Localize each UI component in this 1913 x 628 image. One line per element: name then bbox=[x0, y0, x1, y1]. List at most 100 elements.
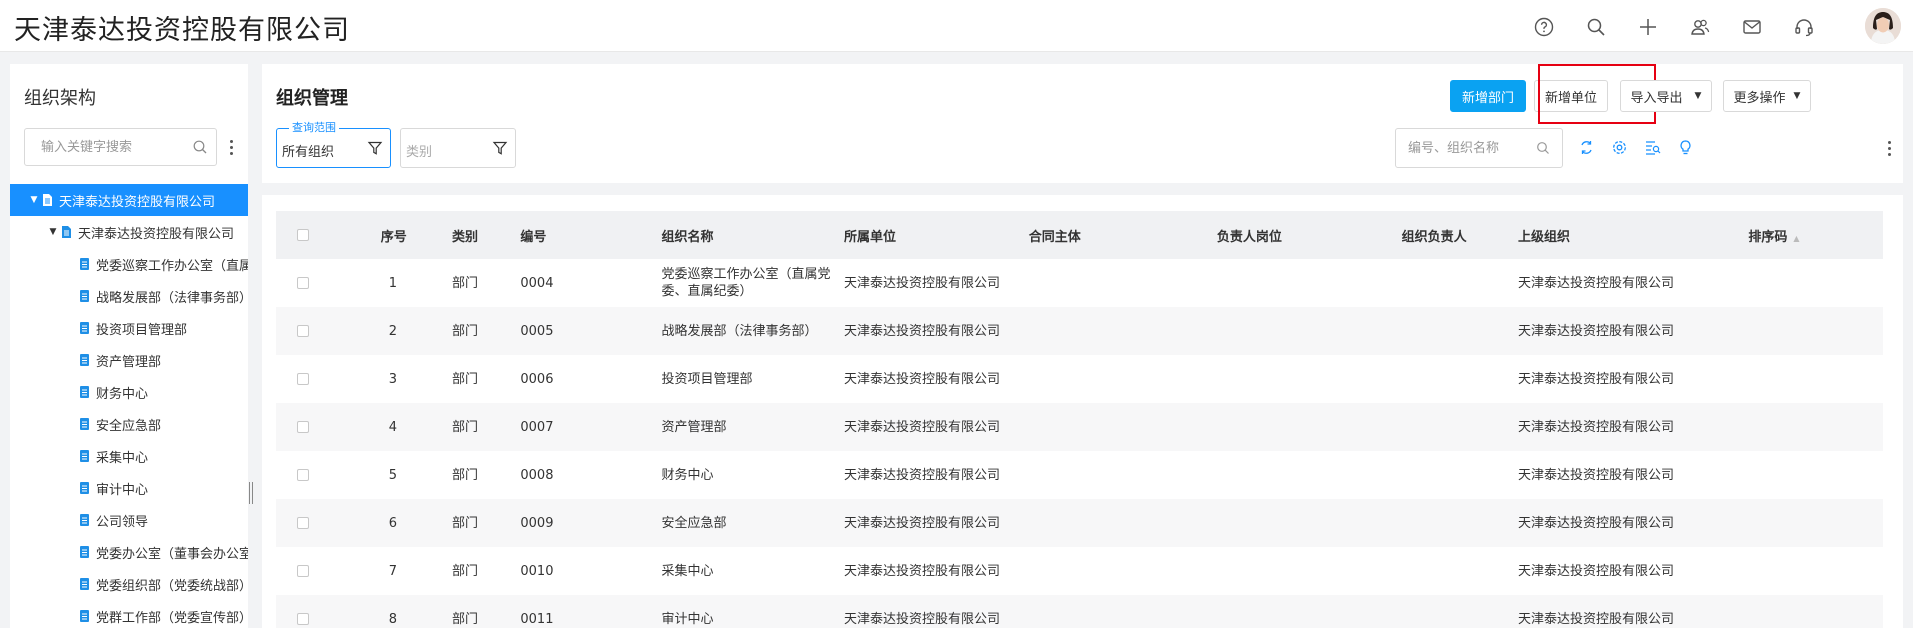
table-panel: 序号 类别 编号 组织名称 所属单位 合同主体 负责人岗位 组织负责人 上级组织… bbox=[262, 195, 1903, 628]
cell-leader bbox=[1401, 451, 1518, 499]
cell-unit: 天津泰达投资控股有限公司 bbox=[843, 595, 1029, 628]
table-row[interactable]: 2 部门 0005 战略发展部（法律事务部） 天津泰达投资控股有限公司 天津泰达投资控股有… bbox=[276, 307, 1883, 355]
settings-icon[interactable] bbox=[1611, 139, 1628, 156]
tree-node-label: 党委组织部（党委统战部） bbox=[96, 578, 248, 594]
import-export-button[interactable]: 导入导出 ▼ bbox=[1620, 80, 1712, 112]
cell-name: 审计中心 bbox=[661, 595, 844, 628]
tree-node-dept[interactable]: 战略发展部（法律事务部） bbox=[10, 280, 248, 312]
search-icon[interactable] bbox=[1583, 14, 1609, 40]
table-row[interactable]: 1 部门 0004 党委巡察工作办公室（直属党委、直属纪委） 天津泰达投资控股有限公司天… bbox=[276, 259, 1883, 307]
cell-sort bbox=[1748, 259, 1883, 307]
cell-type: 部门 bbox=[421, 595, 491, 628]
code-name-search-input[interactable] bbox=[1396, 129, 1536, 167]
funnel-icon[interactable] bbox=[367, 140, 383, 156]
scope-filter-label: 查询范围 bbox=[289, 121, 339, 135]
tree-node-label: 安全应急部 bbox=[96, 418, 162, 434]
document-icon bbox=[80, 290, 89, 302]
refresh-icon[interactable] bbox=[1578, 139, 1595, 156]
cell-sort bbox=[1748, 307, 1883, 355]
sidebar-search-input[interactable] bbox=[25, 129, 185, 165]
caret-down-icon[interactable]: ▼ bbox=[48, 227, 58, 237]
document-icon bbox=[43, 194, 52, 206]
cell-unit: 天津泰达投资控股有限公司 bbox=[843, 547, 1029, 595]
cell-parent: 天津泰达投资控股有限公司 bbox=[1517, 595, 1749, 628]
page-title: 组织管理 bbox=[276, 88, 348, 109]
column-header: 序号 bbox=[330, 211, 422, 259]
cell-contract bbox=[1028, 307, 1217, 355]
cell-index: 6 bbox=[330, 499, 422, 547]
table-row[interactable]: 6 部门 0009 安全应急部 天津泰达投资控股有限公司 天津泰达投资控股有限公司 bbox=[276, 499, 1883, 547]
more-operations-button[interactable]: 更多操作 ▼ bbox=[1723, 80, 1811, 112]
tree-node-dept[interactable]: 党委办公室（董事会办公室） bbox=[10, 536, 248, 568]
cell-type: 部门 bbox=[421, 451, 491, 499]
add-unit-button[interactable]: 新增单位 bbox=[1534, 80, 1608, 112]
tree-node-dept[interactable]: 党群工作部（党委宣传部） bbox=[10, 600, 248, 628]
sidebar-more-icon[interactable] bbox=[226, 136, 236, 158]
caret-down-icon[interactable]: ▼ bbox=[29, 195, 39, 205]
category-filter[interactable]: 类别 bbox=[400, 128, 516, 168]
tree-node-dept[interactable]: 公司领导 bbox=[10, 504, 248, 536]
tree-node-dept[interactable]: 投资项目管理部 bbox=[10, 312, 248, 344]
tree-node-dept[interactable]: 财务中心 bbox=[10, 376, 248, 408]
row-checkbox[interactable] bbox=[276, 307, 331, 355]
search-icon[interactable] bbox=[192, 139, 208, 155]
tree-node-dept[interactable]: 资产管理部 bbox=[10, 344, 248, 376]
cell-code: 0005 bbox=[490, 307, 662, 355]
filter-list-icon[interactable] bbox=[1644, 139, 1661, 156]
row-checkbox[interactable] bbox=[276, 595, 331, 628]
cell-index: 2 bbox=[330, 307, 422, 355]
cell-post bbox=[1216, 355, 1402, 403]
cell-contract bbox=[1028, 451, 1217, 499]
add-department-button[interactable]: 新增部门 bbox=[1450, 80, 1526, 112]
cell-contract bbox=[1028, 595, 1217, 628]
row-checkbox[interactable] bbox=[276, 499, 331, 547]
column-header: 合同主体 bbox=[1028, 211, 1217, 259]
tree-node-root[interactable]: ▼ 天津泰达投资控股有限公司 bbox=[10, 184, 248, 216]
plus-icon[interactable] bbox=[1635, 14, 1661, 40]
scope-filter[interactable]: 查询范围 所有组织 bbox=[276, 121, 391, 168]
row-checkbox[interactable] bbox=[276, 547, 331, 595]
select-all-checkbox[interactable] bbox=[276, 211, 331, 259]
tree-node-dept[interactable]: 审计中心 bbox=[10, 472, 248, 504]
table-row[interactable]: 4 部门 0007 资产管理部 天津泰达投资控股有限公司 天津泰达投资控股有限公司 bbox=[276, 403, 1883, 451]
tree-node-dept[interactable]: 安全应急部 bbox=[10, 408, 248, 440]
cell-code: 0010 bbox=[490, 547, 662, 595]
tree-node-dept[interactable]: 采集中心 bbox=[10, 440, 248, 472]
users-icon[interactable] bbox=[1687, 14, 1713, 40]
cell-code: 0006 bbox=[490, 355, 662, 403]
help-icon[interactable] bbox=[1531, 14, 1557, 40]
cell-code: 0008 bbox=[490, 451, 662, 499]
row-checkbox[interactable] bbox=[276, 259, 331, 307]
sidebar-resize-handle[interactable] bbox=[249, 482, 253, 504]
row-checkbox[interactable] bbox=[276, 451, 331, 499]
cell-sort bbox=[1748, 355, 1883, 403]
cell-contract bbox=[1028, 403, 1217, 451]
tree-node-dept[interactable]: 党委组织部（党委统战部） bbox=[10, 568, 248, 600]
cell-post bbox=[1216, 307, 1402, 355]
tree-node-label: 天津泰达投资控股有限公司 bbox=[59, 194, 216, 210]
row-checkbox[interactable] bbox=[276, 355, 331, 403]
cell-type: 部门 bbox=[421, 259, 491, 307]
table-row[interactable]: 8 部门 0011 审计中心 天津泰达投资控股有限公司 天津泰达投资控股有限公司 bbox=[276, 595, 1883, 628]
document-icon bbox=[80, 322, 89, 334]
lightbulb-icon[interactable] bbox=[1677, 139, 1694, 156]
search-icon[interactable] bbox=[1536, 141, 1550, 155]
header-more-icon[interactable] bbox=[1885, 137, 1893, 159]
table-row[interactable]: 7 部门 0010 采集中心 天津泰达投资控股有限公司 天津泰达投资控股有限公司 bbox=[276, 547, 1883, 595]
cell-unit: 天津泰达投资控股有限公司 bbox=[843, 499, 1029, 547]
row-checkbox[interactable] bbox=[276, 403, 331, 451]
table-row[interactable]: 5 部门 0008 财务中心 天津泰达投资控股有限公司 天津泰达投资控股有限公司 bbox=[276, 451, 1883, 499]
headset-icon[interactable] bbox=[1791, 14, 1817, 40]
cell-leader bbox=[1401, 307, 1518, 355]
category-filter-placeholder: 类别 bbox=[406, 145, 433, 160]
tree-node-dept[interactable]: 党委巡察工作办公室（直属党委、直属纪委） bbox=[10, 248, 248, 280]
cell-contract bbox=[1028, 547, 1217, 595]
org-tree: ▼ 天津泰达投资控股有限公司 ▼ 天津泰达投资控股有限公司 党委巡察工作办公室（… bbox=[10, 184, 248, 628]
mail-icon[interactable] bbox=[1739, 14, 1765, 40]
column-header-sortable[interactable]: 排序码 ▲ bbox=[1748, 211, 1883, 259]
tree-node-company[interactable]: ▼ 天津泰达投资控股有限公司 bbox=[10, 216, 248, 248]
avatar[interactable] bbox=[1865, 8, 1901, 44]
table-row[interactable]: 3 部门 0006 投资项目管理部 天津泰达投资控股有限公司 天津泰达投资控股有限公司 bbox=[276, 355, 1883, 403]
funnel-icon[interactable] bbox=[492, 140, 508, 156]
cell-sort bbox=[1748, 403, 1883, 451]
